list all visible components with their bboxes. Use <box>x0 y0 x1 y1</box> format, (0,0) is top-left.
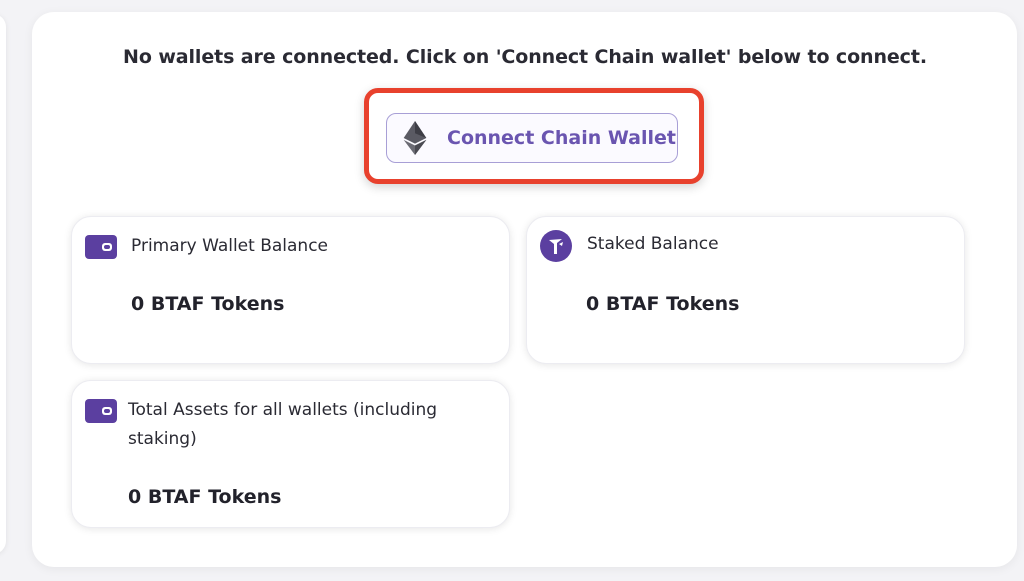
staked-balance-card: Staked Balance 0 BTAF Tokens <box>526 216 965 364</box>
primary-wallet-balance-card: Primary Wallet Balance 0 BTAF Tokens <box>71 216 510 364</box>
total-assets-card: Total Assets for all wallets (including … <box>71 380 510 528</box>
total-assets-value: 0 BTAF Tokens <box>128 486 282 508</box>
no-wallet-notice: No wallets are connected. Click on 'Conn… <box>123 46 927 68</box>
adjacent-panel-edge <box>0 14 6 554</box>
stake-icon <box>540 230 572 262</box>
staked-balance-title: Staked Balance <box>587 234 719 254</box>
staked-balance-value: 0 BTAF Tokens <box>586 293 740 315</box>
total-assets-title: Total Assets for all wallets (including … <box>128 400 438 449</box>
ethereum-icon <box>403 121 427 155</box>
wallet-icon <box>85 235 117 259</box>
connect-chain-wallet-button[interactable]: Connect Chain Wallet <box>386 113 678 163</box>
primary-wallet-value: 0 BTAF Tokens <box>131 293 285 315</box>
wallet-icon <box>85 399 117 423</box>
primary-wallet-title: Primary Wallet Balance <box>131 236 329 256</box>
connect-button-label: Connect Chain Wallet <box>447 127 676 149</box>
